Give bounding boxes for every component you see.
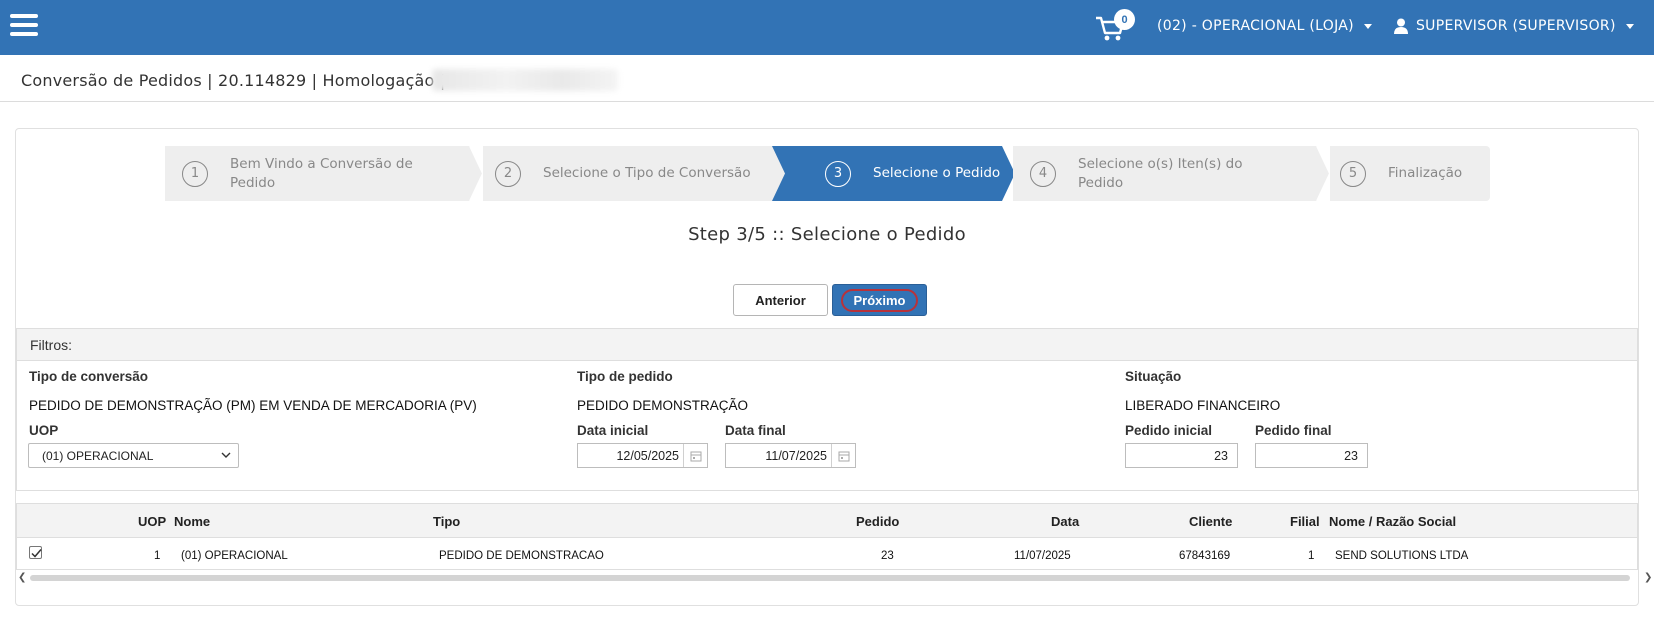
calendar-icon[interactable] bbox=[831, 444, 855, 467]
data-final-value: 11/07/2025 bbox=[765, 448, 827, 463]
step-number: 2 bbox=[495, 160, 521, 187]
cell-filial: 1 bbox=[1308, 550, 1315, 562]
scroll-left-icon[interactable]: ❮ bbox=[18, 572, 26, 583]
cart-count-badge: 0 bbox=[1114, 9, 1135, 30]
tipo-pedido-label: Tipo de pedido bbox=[577, 369, 673, 384]
col-pedido[interactable]: Pedido bbox=[856, 514, 899, 529]
col-uop[interactable]: UOP bbox=[138, 514, 166, 529]
col-nome[interactable]: Nome bbox=[174, 514, 210, 529]
step-separator bbox=[1312, 146, 1330, 201]
situacao-label: Situação bbox=[1125, 369, 1182, 384]
cell-uop: 1 bbox=[154, 550, 161, 562]
previous-button[interactable]: Anterior bbox=[733, 284, 828, 316]
cell-pedido: 23 bbox=[881, 550, 894, 562]
wizard-stepper: 1 Bem Vindo a Conversão de Pedido 2 Sele… bbox=[165, 146, 1490, 201]
checkmark-icon bbox=[31, 549, 42, 558]
chevron-down-icon bbox=[221, 452, 231, 458]
step-label: Selecione o(s) Iten(s) do bbox=[1078, 155, 1243, 172]
uop-selected-value: (01) OPERACIONAL bbox=[42, 449, 154, 463]
filters-header: Filtros: bbox=[16, 328, 1638, 361]
step-number: 3 bbox=[825, 160, 851, 187]
step-number: 5 bbox=[1340, 160, 1366, 187]
redacted-text bbox=[432, 69, 618, 91]
step-label: Selecione o Pedido bbox=[873, 165, 1001, 181]
page-titlebar: Conversão de Pedidos | 20.114829 | Homol… bbox=[0, 55, 1654, 102]
step-label: Selecione o Tipo de Conversão bbox=[543, 165, 751, 181]
store-dropdown[interactable]: (02) - OPERACIONAL (LOJA) bbox=[1157, 18, 1372, 34]
step-1[interactable]: 1 Bem Vindo a Conversão de Pedido bbox=[165, 146, 470, 201]
pedido-inicial-input[interactable]: 23 bbox=[1125, 443, 1238, 468]
scrollbar-thumb[interactable] bbox=[30, 575, 1630, 581]
table-header: UOP Nome Tipo Pedido Data Cliente Filial… bbox=[17, 504, 1637, 538]
pedido-inicial-label: Pedido inicial bbox=[1125, 423, 1213, 438]
cell-tipo: PEDIDO DE DEMONSTRACAO bbox=[439, 550, 604, 562]
col-cliente[interactable]: Cliente bbox=[1189, 514, 1232, 529]
tipo-pedido-value: PEDIDO DEMONSTRAÇÃO bbox=[577, 398, 749, 413]
data-final-label: Data final bbox=[725, 423, 786, 438]
filters-panel: Tipo de conversão PEDIDO DE DEMONSTRAÇÃO… bbox=[16, 361, 1638, 491]
cell-nome: (01) OPERACIONAL bbox=[181, 550, 288, 562]
user-label: SUPERVISOR (SUPERVISOR) bbox=[1416, 18, 1616, 34]
step-separator bbox=[772, 146, 790, 201]
cell-cliente: 67843169 bbox=[1179, 550, 1231, 562]
step-number: 4 bbox=[1030, 160, 1056, 187]
row-checkbox[interactable] bbox=[29, 546, 42, 559]
data-inicial-input[interactable]: 12/05/2025 bbox=[577, 443, 708, 468]
step-label: Finalização bbox=[1388, 165, 1463, 181]
uop-select[interactable]: (01) OPERACIONAL bbox=[28, 443, 239, 468]
caret-down-icon bbox=[1625, 23, 1634, 29]
pedido-final-input[interactable]: 23 bbox=[1255, 443, 1368, 468]
col-tipo[interactable]: Tipo bbox=[433, 514, 460, 529]
data-final-input[interactable]: 11/07/2025 bbox=[725, 443, 856, 468]
store-label: (02) - OPERACIONAL (LOJA) bbox=[1157, 18, 1354, 34]
col-filial[interactable]: Filial bbox=[1290, 514, 1320, 529]
top-navbar: 0 (02) - OPERACIONAL (LOJA) SUPERVISOR (… bbox=[0, 0, 1654, 55]
user-dropdown[interactable]: SUPERVISOR (SUPERVISOR) bbox=[1394, 18, 1634, 34]
situacao-value: LIBERADO FINANCEIRO bbox=[1125, 398, 1281, 413]
page-title: Conversão de Pedidos | 20.114829 | Homol… bbox=[21, 71, 446, 90]
step-4[interactable]: 4 Selecione o(s) Iten(s) do Pedido bbox=[1013, 146, 1318, 201]
orders-table: UOP Nome Tipo Pedido Data Cliente Filial… bbox=[16, 503, 1638, 570]
step-separator bbox=[465, 146, 483, 201]
cell-data: 11/07/2025 bbox=[1014, 550, 1071, 562]
step-2[interactable]: 2 Selecione o Tipo de Conversão bbox=[483, 146, 786, 201]
cell-razao-social: SEND SOLUTIONS LTDA bbox=[1335, 550, 1469, 562]
tipo-conversao-value: PEDIDO DE DEMONSTRAÇÃO (PM) EM VENDA DE … bbox=[29, 398, 477, 413]
horizontal-scrollbar[interactable]: ❮ ❯ bbox=[16, 572, 1654, 584]
next-button[interactable]: Próximo bbox=[832, 284, 927, 316]
next-button-label: Próximo bbox=[841, 288, 918, 312]
data-inicial-label: Data inicial bbox=[577, 423, 649, 438]
tipo-conversao-label: Tipo de conversão bbox=[29, 369, 149, 384]
col-data[interactable]: Data bbox=[1051, 514, 1079, 529]
data-inicial-value: 12/05/2025 bbox=[616, 448, 679, 463]
pedido-final-label: Pedido final bbox=[1255, 423, 1332, 438]
step-label: Pedido bbox=[230, 174, 276, 191]
step-5[interactable]: 5 Finalização bbox=[1330, 146, 1490, 201]
step-3[interactable]: 3 Selecione o Pedido bbox=[785, 146, 1002, 201]
col-razao-social[interactable]: Nome / Razão Social bbox=[1329, 514, 1456, 529]
calendar-icon[interactable] bbox=[683, 444, 707, 467]
scroll-right-icon[interactable]: ❯ bbox=[1644, 572, 1652, 583]
user-icon bbox=[1394, 18, 1408, 34]
step-number: 1 bbox=[182, 160, 208, 187]
step-label: Pedido bbox=[1078, 174, 1124, 191]
step-label: Bem Vindo a Conversão de bbox=[230, 155, 413, 172]
step-heading: Step 3/5 :: Selecione o Pedido bbox=[688, 224, 966, 245]
caret-down-icon bbox=[1363, 23, 1372, 29]
uop-label: UOP bbox=[29, 423, 59, 438]
menu-hamburger-icon[interactable] bbox=[10, 14, 38, 36]
